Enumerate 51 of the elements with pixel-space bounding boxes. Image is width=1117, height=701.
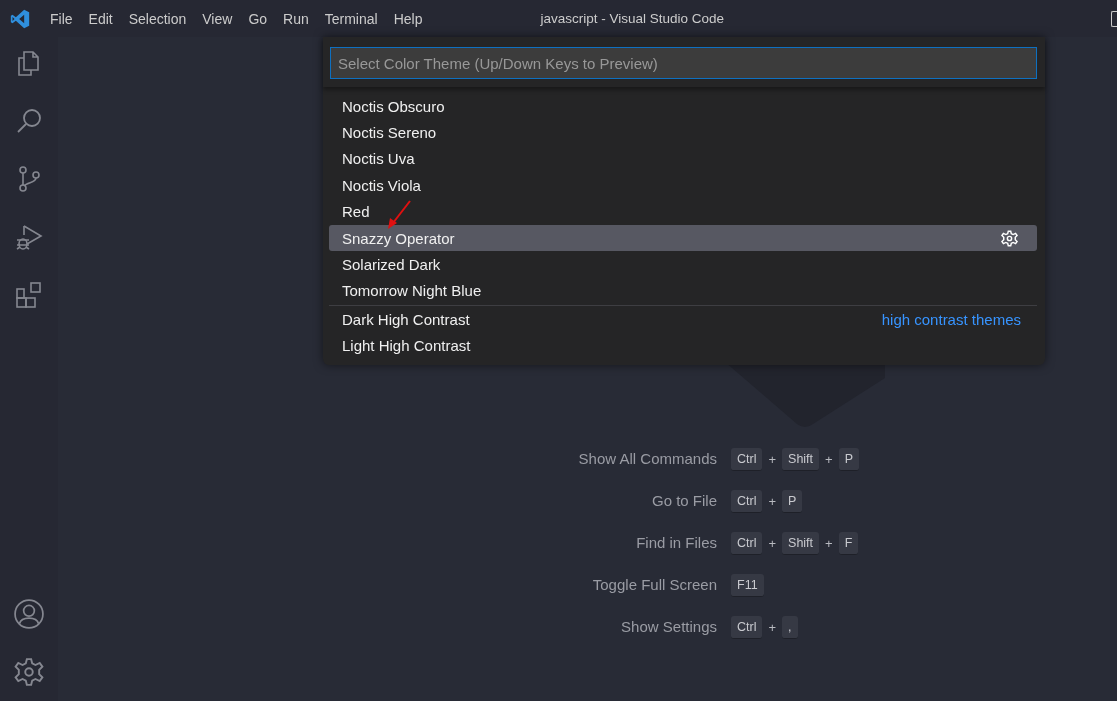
keyboard-key: F: [838, 531, 859, 555]
keyboard-key: Ctrl: [731, 615, 763, 639]
menu-item[interactable]: Selection: [120, 6, 195, 31]
shortcut-label: Find in Files: [636, 533, 717, 553]
keyboard-key: ,: [782, 615, 798, 639]
theme-item[interactable]: Red: [329, 198, 1037, 225]
key-separator: +: [768, 619, 777, 635]
menu-item[interactable]: Run: [275, 6, 317, 31]
theme-search-field[interactable]: Select Color Theme (Up/Down Keys to Preview): [330, 47, 1037, 79]
theme-item[interactable]: Tomorrow Night Blue: [329, 277, 1037, 305]
shortcut-label: Toggle Full Screen: [592, 575, 717, 595]
keyboard-key: Shift: [782, 531, 820, 555]
window-title: javascript - Visual Studio Code: [540, 11, 725, 26]
run-debug-icon[interactable]: [15, 223, 43, 251]
keyboard-key: Ctrl: [731, 447, 763, 471]
menu-item[interactable]: View: [194, 6, 241, 31]
keyboard-key: F11: [731, 573, 764, 597]
keyboard-key: Ctrl: [731, 489, 763, 513]
keyboard-key: Ctrl: [731, 531, 763, 555]
theme-item[interactable]: Dark High Contrast high contrast themes: [329, 306, 1037, 333]
theme-item[interactable]: Light High Contrast: [329, 332, 1037, 359]
key-separator: +: [768, 493, 777, 509]
menu-item[interactable]: Help: [385, 6, 431, 31]
code-logo-icon: [10, 8, 30, 29]
key-separator: +: [825, 535, 833, 551]
keyboard-key: P: [838, 447, 859, 471]
layout-icon[interactable]: [1111, 10, 1117, 27]
key-separator: +: [825, 451, 833, 467]
menu-item[interactable]: Edit: [80, 6, 121, 31]
theme-item[interactable]: Noctis Obscuro: [329, 93, 1037, 120]
theme-item[interactable]: Noctis Sereno: [329, 119, 1037, 146]
extensions-icon[interactable]: [15, 281, 43, 309]
shortcut-label: Show All Commands: [578, 449, 717, 469]
theme-item[interactable]: Noctis Uva: [329, 145, 1037, 173]
keyboard-key: Shift: [782, 447, 820, 471]
theme-item[interactable]: Snazzy Operator: [329, 224, 1037, 252]
theme-item[interactable]: Solarized Dark: [329, 251, 1037, 278]
menu-item[interactable]: File: [42, 6, 81, 31]
shortcut-label: Show Settings: [621, 617, 717, 637]
key-separator: +: [768, 451, 777, 467]
group-label: high contrast themes: [881, 310, 1021, 328]
settings-icon[interactable]: [14, 657, 44, 687]
key-separator: +: [768, 535, 777, 551]
theme-item[interactable]: Noctis Viola: [329, 172, 1037, 199]
menu-item[interactable]: Go: [240, 6, 276, 31]
search-icon[interactable]: [15, 107, 43, 135]
shortcut-label: Go to File: [651, 491, 717, 511]
keyboard-key: P: [782, 489, 803, 513]
account-icon[interactable]: [14, 599, 44, 629]
annotation-arrow: [386, 200, 412, 230]
menu-item[interactable]: Terminal: [316, 6, 386, 31]
